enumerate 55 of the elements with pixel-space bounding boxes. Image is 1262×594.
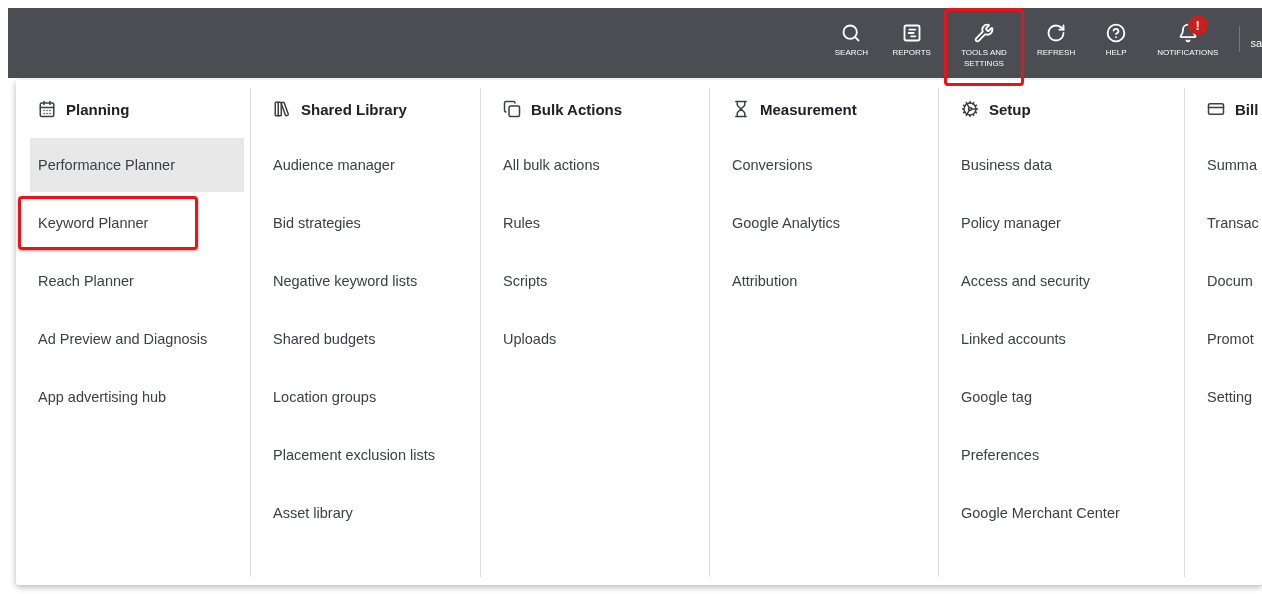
toolbar-button[interactable]: REFRESH [1027,8,1085,86]
account-label[interactable]: sa [1250,37,1262,49]
menu-item[interactable]: Asset library [265,486,474,540]
menu-item[interactable]: Keyword Planner [18,196,198,250]
menu-item[interactable]: Transac [1199,196,1262,250]
help-icon [1106,23,1127,43]
calendar-icon [38,100,56,118]
search-icon [841,23,862,43]
notification-badge: ! [1187,15,1208,35]
menu-item[interactable]: Setting [1199,370,1262,424]
menu-item[interactable]: Preferences [953,428,1178,482]
menu-column-title: Shared Library [301,100,407,118]
menu-item[interactable]: Placement exclusion lists [265,428,474,482]
wrench-icon [973,23,994,43]
menu-item[interactable]: Promot [1199,312,1262,366]
menu-item[interactable]: Location groups [265,370,474,424]
menu-column-title: Bill [1235,100,1259,118]
menu-item[interactable]: Negative keyword lists [265,254,474,308]
menu-item[interactable]: Business data [953,138,1178,192]
menu-item[interactable]: Ad Preview and Diagnosis [30,312,244,366]
menu-item[interactable]: Conversions [724,138,932,192]
menu-item[interactable]: Google Analytics [724,196,932,250]
toolbar-button[interactable]: SEARCH [823,8,880,86]
menu-item[interactable]: Performance Planner [30,138,244,192]
menu-item[interactable]: Bid strategies [265,196,474,250]
toolbar-button[interactable]: REPORTS [883,8,940,86]
menu-item[interactable]: Scripts [495,254,703,308]
menu-item[interactable]: Linked accounts [953,312,1178,366]
menu-item[interactable]: Access and security [953,254,1178,308]
gear-icon [961,100,979,118]
credit-card-icon [1207,100,1225,118]
menu-item[interactable]: All bulk actions [495,138,703,192]
menu-column-title: Bulk Actions [531,100,623,118]
menu-item[interactable]: App advertising hub [30,370,244,424]
menu-item[interactable]: Uploads [495,312,703,366]
menu-item[interactable]: Reach Planner [30,254,244,308]
menu-item[interactable]: Policy manager [953,196,1178,250]
library-icon [273,100,291,118]
menu-column-title: Planning [66,100,130,118]
menu-item[interactable]: Attribution [724,254,932,308]
menu-item[interactable]: Audience manager [265,138,474,192]
toolbar-button[interactable]: TOOLS AND SETTINGS [943,8,1024,86]
menu-item[interactable]: Google tag [953,370,1178,424]
hourglass-icon [732,100,750,118]
toolbar-button[interactable]: HELP [1088,8,1145,86]
menu-item[interactable]: Summa [1199,138,1262,192]
menu-item[interactable]: Shared budgets [265,312,474,366]
menu-column-title: Setup [989,100,1031,118]
menu-item[interactable]: Docum [1199,254,1262,308]
menu-item[interactable]: Google Merchant Center [953,486,1178,540]
bell-icon [1177,23,1198,43]
refresh-icon [1046,23,1067,43]
menu-column-title: Measurement [760,100,857,118]
copy-icon [503,100,521,118]
menu-item[interactable]: Rules [495,196,703,250]
